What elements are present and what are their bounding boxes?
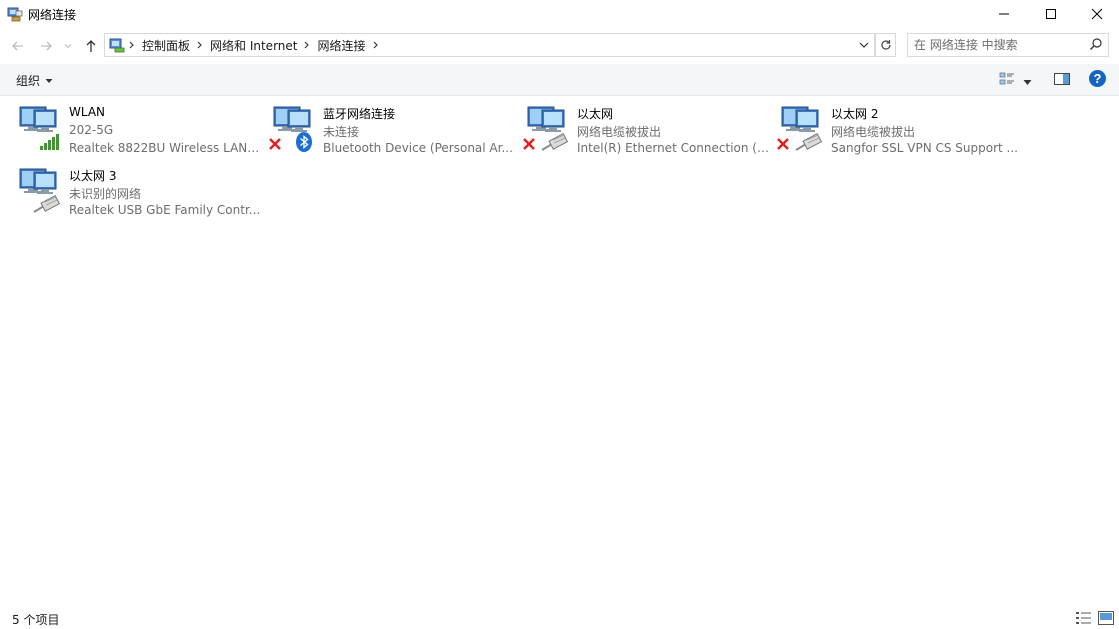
maximize-icon (1046, 9, 1056, 19)
window-title: 网络连接 (28, 8, 77, 22)
chevron-down-icon (859, 42, 869, 48)
bluetooth-icon (296, 132, 312, 152)
arrow-up-icon (86, 40, 96, 52)
chevron-right-icon (129, 41, 134, 49)
ethernet-cable-icon (541, 133, 569, 151)
connections-list: WLAN 202-5G Realtek 8822BU Wireless LAN … (0, 96, 1119, 596)
connection-bluetooth[interactable]: 蓝牙网络连接 未连接 Bluetooth Device (Personal Ar… (254, 96, 513, 158)
wifi-signal-icon (40, 134, 59, 150)
chevron-right-icon (373, 41, 378, 49)
ethernet-cable-icon (33, 195, 61, 213)
title-bar: 网络连接 (0, 0, 1119, 28)
connection-name: 以太网 3 (69, 169, 117, 183)
breadcrumb-separator[interactable] (193, 34, 207, 56)
connection-name: WLAN (69, 105, 106, 119)
maximize-button[interactable] (1028, 0, 1074, 28)
connection-device: Intel(R) Ethernet Connection (7... (577, 141, 769, 155)
connection-ethernet[interactable]: 以太网 网络电缆被拔出 Intel(R) Ethernet Connection… (508, 96, 769, 158)
connection-device: Sangfor SSL VPN CS Support ... (831, 141, 1018, 155)
change-view-button[interactable] (998, 70, 1016, 91)
search-icon[interactable] (1089, 37, 1103, 51)
svg-text:?: ? (1094, 71, 1102, 86)
connection-ethernet-3[interactable]: 以太网 3 未识别的网络 Realtek USB GbE Family Cont… (0, 158, 260, 220)
close-button[interactable] (1074, 0, 1119, 28)
network-computer-icon (19, 168, 61, 213)
address-bar[interactable]: 控制面板 网络和 Internet 网络连接 (104, 33, 875, 57)
preview-pane-button[interactable] (1053, 70, 1071, 91)
caret-down-icon (45, 78, 53, 83)
arrow-left-icon (12, 41, 23, 51)
network-connections-app-icon (7, 7, 23, 22)
up-button[interactable] (81, 36, 101, 56)
chevron-right-icon (197, 41, 202, 49)
connection-status: 未识别的网络 (69, 187, 142, 201)
chevron-right-icon (305, 41, 310, 49)
close-icon (1091, 8, 1103, 20)
disconnected-x-icon (269, 138, 281, 150)
minimize-icon (999, 13, 1009, 15)
ethernet-cable-icon (795, 133, 823, 151)
disconnected-x-icon (523, 138, 535, 150)
back-button[interactable] (8, 36, 28, 56)
preview-pane-icon (1054, 73, 1070, 85)
breadcrumb-control-panel[interactable]: 控制面板 (139, 37, 193, 54)
forward-button[interactable] (36, 36, 56, 56)
view-dropdown-button[interactable] (1023, 75, 1032, 89)
large-icons-view-icon (1098, 611, 1114, 625)
command-bar: 组织 ? (0, 64, 1119, 96)
connection-device: Bluetooth Device (Personal Ar... (323, 141, 513, 155)
connection-status: 网络电缆被拔出 (577, 125, 662, 139)
large-icons-view-button[interactable] (1097, 610, 1115, 626)
search-input[interactable] (914, 36, 1084, 53)
organize-label: 组织 (16, 74, 41, 88)
connection-wlan[interactable]: WLAN 202-5G Realtek 8822BU Wireless LAN … (0, 96, 261, 158)
connection-status: 202-5G (69, 123, 114, 137)
network-computer-icon (777, 106, 823, 151)
breadcrumb-separator[interactable] (125, 34, 139, 56)
navigation-bar: 控制面板 网络和 Internet 网络连接 (0, 32, 1119, 60)
control-panel-icon (109, 38, 125, 53)
disconnected-x-icon (777, 138, 789, 150)
organize-menu-button[interactable]: 组织 (16, 72, 53, 89)
breadcrumb-network-connections[interactable]: 网络连接 (314, 37, 368, 54)
connection-name: 以太网 2 (831, 107, 879, 121)
search-box[interactable] (907, 33, 1109, 57)
connection-status: 未连接 (323, 125, 360, 139)
connection-device: Realtek USB GbE Family Contr... (69, 203, 261, 217)
connection-name: 蓝牙网络连接 (323, 107, 396, 121)
breadcrumb-separator[interactable] (300, 34, 314, 56)
network-computer-icon (523, 106, 569, 151)
connection-name: 以太网 (577, 107, 614, 121)
status-bar: 5 个项目 (0, 606, 1119, 629)
details-view-button[interactable] (1075, 610, 1093, 626)
view-options-icon (999, 72, 1014, 85)
address-dropdown-button[interactable] (856, 37, 872, 53)
item-count: 5 个项目 (12, 613, 60, 627)
arrow-right-icon (41, 41, 52, 51)
chevron-down-icon (64, 44, 72, 49)
network-computer-icon (269, 106, 312, 152)
breadcrumb-network-internet[interactable]: 网络和 Internet (207, 37, 300, 54)
connection-status: 网络电缆被拔出 (831, 125, 916, 139)
connection-ethernet-2[interactable]: 以太网 2 网络电缆被拔出 Sangfor SSL VPN CS Support… (762, 96, 1018, 158)
caret-down-icon (1023, 80, 1032, 85)
refresh-button[interactable] (875, 33, 896, 57)
connection-device: Realtek 8822BU Wireless LAN ... (69, 141, 261, 155)
minimize-button[interactable] (981, 0, 1027, 28)
details-view-icon (1076, 612, 1091, 624)
help-icon: ? (1089, 70, 1106, 87)
refresh-icon (880, 40, 891, 50)
breadcrumb-separator[interactable] (369, 34, 383, 56)
network-computer-icon (19, 106, 59, 150)
recent-locations-button[interactable] (61, 36, 75, 56)
help-button[interactable]: ? (1088, 69, 1107, 91)
